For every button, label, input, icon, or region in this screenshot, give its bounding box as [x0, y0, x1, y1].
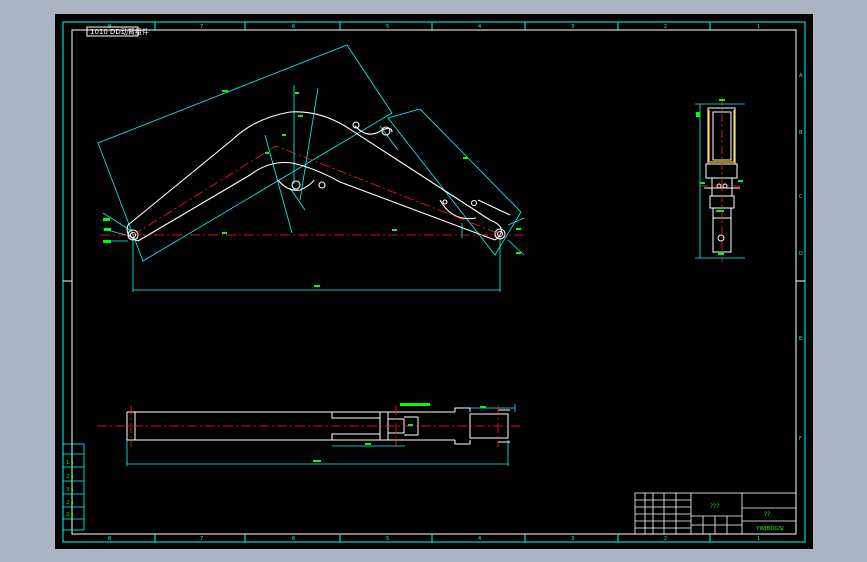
border-number-top: 2	[664, 24, 667, 30]
border-letter-right: B	[799, 130, 803, 136]
border-number-top: 3	[571, 24, 574, 30]
inner-border	[71, 29, 797, 535]
border-number-bottom: 4	[478, 536, 481, 542]
drawing-canvas: 8877665544332211 ABCDEF 1010 DD动臂组件 1:12…	[62, 21, 806, 543]
title-block-code: YWJBDGSJ	[755, 526, 784, 532]
border-number-top: 7	[200, 24, 203, 30]
border-number-top: 1	[757, 24, 760, 30]
border-letter-right: F	[799, 436, 802, 442]
title-tag: 1010 DD动臂组件	[90, 27, 149, 36]
border-number-bottom: 1	[757, 536, 760, 542]
border-letter-right: A	[799, 73, 803, 79]
border-number-top: 5	[386, 24, 389, 30]
drawing-sheet[interactable]: 8877665544332211 ABCDEF 1010 DD动臂组件 1:1 …	[55, 14, 813, 549]
border-letter-right: D	[799, 251, 803, 257]
revision-entry: 2:1	[66, 500, 74, 506]
boom-section-view	[695, 98, 745, 262]
revision-entry: 1:1	[66, 460, 74, 466]
boom-plan-view	[97, 403, 520, 466]
border-number-top: 4	[478, 24, 481, 30]
revision-entry: 2:1	[66, 474, 74, 480]
border-number-top: 6	[292, 24, 295, 30]
revision-entries: 1:1 2:1 3:1 2:1 2:1	[66, 460, 74, 518]
border-number-bottom: 3	[571, 536, 574, 542]
border-letter-right: E	[799, 336, 802, 342]
border-number-bottom: 6	[292, 536, 295, 542]
revision-entry: 2:1	[66, 512, 74, 518]
border-number-bottom: 2	[664, 536, 667, 542]
border-number-bottom: 7	[200, 536, 203, 542]
border-number-bottom: 8	[108, 536, 111, 542]
border-zone-letters-right: A B C D E F	[799, 73, 803, 442]
border-letter-right: C	[799, 194, 803, 200]
revision-entry: 3:1	[66, 487, 74, 493]
title-block-scale: ??	[764, 511, 770, 518]
title-block-name: ???	[710, 503, 720, 510]
boom-side-view	[97, 44, 525, 292]
border-number-bottom: 5	[386, 536, 389, 542]
